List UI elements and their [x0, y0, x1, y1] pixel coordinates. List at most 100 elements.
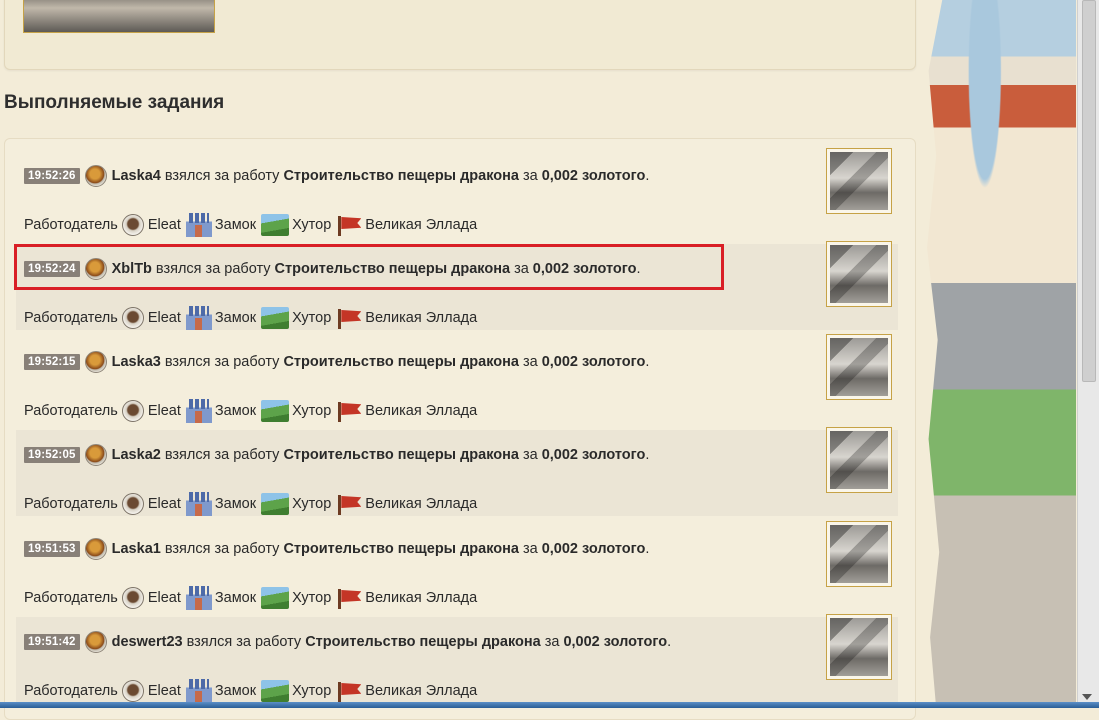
- castle-icon[interactable]: [185, 213, 212, 237]
- employer-portrait-icon[interactable]: [121, 680, 144, 702]
- employer-link[interactable]: Eleat: [148, 496, 181, 512]
- building-image[interactable]: [23, 0, 215, 33]
- previous-card: [4, 0, 916, 70]
- employer-link[interactable]: Eleat: [148, 683, 181, 699]
- castle-link[interactable]: Замок: [215, 403, 256, 419]
- castle-icon[interactable]: [185, 679, 212, 703]
- realm-link[interactable]: Великая Эллада: [365, 403, 477, 419]
- realm-link[interactable]: Великая Эллада: [365, 217, 477, 233]
- employer-link[interactable]: Eleat: [148, 590, 181, 606]
- castle-icon[interactable]: [185, 586, 212, 610]
- flag-icon[interactable]: [336, 680, 362, 702]
- gold-amount: 0,002 золотого: [541, 168, 646, 184]
- castle-icon[interactable]: [185, 399, 212, 423]
- flag-icon[interactable]: [336, 587, 362, 609]
- os-taskbar: [0, 702, 1099, 708]
- task-link[interactable]: Строительство пещеры дракона: [283, 447, 519, 463]
- castle-link[interactable]: Замок: [215, 590, 256, 606]
- building-image: [830, 618, 888, 676]
- for-text: за: [522, 447, 538, 463]
- castle-link[interactable]: Замок: [215, 310, 256, 326]
- took-job-text: взялся за работу: [164, 168, 280, 184]
- employer-label: Работодатель: [24, 310, 118, 326]
- task-link[interactable]: Строительство пещеры дракона: [283, 168, 519, 184]
- period-text: .: [645, 168, 650, 184]
- job-description: 19:52:05 Laska2 взялся за работу Строите…: [24, 444, 649, 466]
- flag-icon[interactable]: [336, 493, 362, 515]
- farm-icon[interactable]: [261, 307, 290, 329]
- realm-link[interactable]: Великая Эллада: [365, 683, 477, 699]
- player-avatar-icon[interactable]: [84, 351, 107, 373]
- employer-portrait-icon[interactable]: [121, 493, 144, 515]
- job-description: 19:52:26 Laska4 взялся за работу Строите…: [24, 165, 649, 187]
- player-link[interactable]: Laska3: [112, 354, 161, 370]
- gold-amount: 0,002 золотого: [541, 354, 646, 370]
- employer-portrait-icon[interactable]: [121, 587, 144, 609]
- employer-label: Работодатель: [24, 590, 118, 606]
- employer-link[interactable]: Eleat: [148, 217, 181, 233]
- player-link[interactable]: Laska4: [112, 168, 161, 184]
- job-row: 19:51:42 deswert23 взялся за работу Стро…: [16, 614, 898, 703]
- farm-link[interactable]: Хутор: [292, 683, 331, 699]
- player-avatar-icon[interactable]: [84, 631, 107, 653]
- period-text: .: [667, 634, 672, 650]
- scroll-down-arrow-icon[interactable]: [1082, 694, 1092, 700]
- building-thumbnail[interactable]: [826, 521, 892, 587]
- farm-icon[interactable]: [261, 400, 290, 422]
- realm-link[interactable]: Великая Эллада: [365, 590, 477, 606]
- farm-link[interactable]: Хутор: [292, 590, 331, 606]
- job-description: 19:51:42 deswert23 взялся за работу Стро…: [24, 631, 671, 653]
- farm-link[interactable]: Хутор: [292, 310, 331, 326]
- realm-link[interactable]: Великая Эллада: [365, 310, 477, 326]
- time-badge: 19:51:53: [24, 541, 80, 557]
- building-thumbnail[interactable]: [826, 334, 892, 400]
- castle-link[interactable]: Замок: [215, 496, 256, 512]
- flag-icon[interactable]: [336, 400, 362, 422]
- employer-link[interactable]: Eleat: [148, 310, 181, 326]
- employer-portrait-icon[interactable]: [121, 307, 144, 329]
- building-image: [830, 525, 888, 583]
- building-image: [830, 338, 888, 396]
- player-avatar-icon[interactable]: [84, 165, 107, 187]
- castle-link[interactable]: Замок: [215, 683, 256, 699]
- farm-icon[interactable]: [261, 214, 290, 236]
- period-text: .: [645, 447, 650, 463]
- farm-link[interactable]: Хутор: [292, 217, 331, 233]
- castle-icon[interactable]: [185, 306, 212, 330]
- employer-link[interactable]: Eleat: [148, 403, 181, 419]
- player-avatar-icon[interactable]: [84, 538, 107, 560]
- castle-link[interactable]: Замок: [215, 217, 256, 233]
- building-thumbnail[interactable]: [826, 148, 892, 214]
- task-link[interactable]: Строительство пещеры дракона: [283, 541, 519, 557]
- building-image: [830, 245, 888, 303]
- player-link[interactable]: Laska2: [112, 447, 161, 463]
- player-avatar-icon[interactable]: [84, 444, 107, 466]
- building-thumbnail[interactable]: [826, 614, 892, 680]
- farm-icon[interactable]: [261, 493, 290, 515]
- building-thumbnail[interactable]: [826, 427, 892, 493]
- town-decoration-image: [927, 0, 1076, 708]
- employer-portrait-icon[interactable]: [121, 214, 144, 236]
- castle-icon[interactable]: [185, 492, 212, 516]
- task-link[interactable]: Строительство пещеры дракона: [305, 634, 541, 650]
- section-title: Выполняемые задания: [4, 92, 225, 113]
- employer-portrait-icon[interactable]: [121, 400, 144, 422]
- task-link[interactable]: Строительство пещеры дракона: [283, 354, 519, 370]
- realm-link[interactable]: Великая Эллада: [365, 496, 477, 512]
- highlight-box: [14, 244, 724, 290]
- employer-label: Работодатель: [24, 403, 118, 419]
- flag-icon[interactable]: [336, 214, 362, 236]
- building-thumbnail[interactable]: [826, 241, 892, 307]
- flag-icon[interactable]: [336, 307, 362, 329]
- employer-label: Работодатель: [24, 496, 118, 512]
- scrollbar-thumb[interactable]: [1082, 0, 1096, 382]
- farm-link[interactable]: Хутор: [292, 496, 331, 512]
- employer-line: Работодатель Eleat Замок Хутор Великая Э…: [24, 586, 479, 610]
- player-link[interactable]: Laska1: [112, 541, 161, 557]
- farm-link[interactable]: Хутор: [292, 403, 331, 419]
- player-link[interactable]: deswert23: [112, 634, 183, 650]
- scrollbar[interactable]: [1077, 0, 1099, 708]
- period-text: .: [645, 354, 650, 370]
- farm-icon[interactable]: [261, 680, 290, 702]
- farm-icon[interactable]: [261, 587, 290, 609]
